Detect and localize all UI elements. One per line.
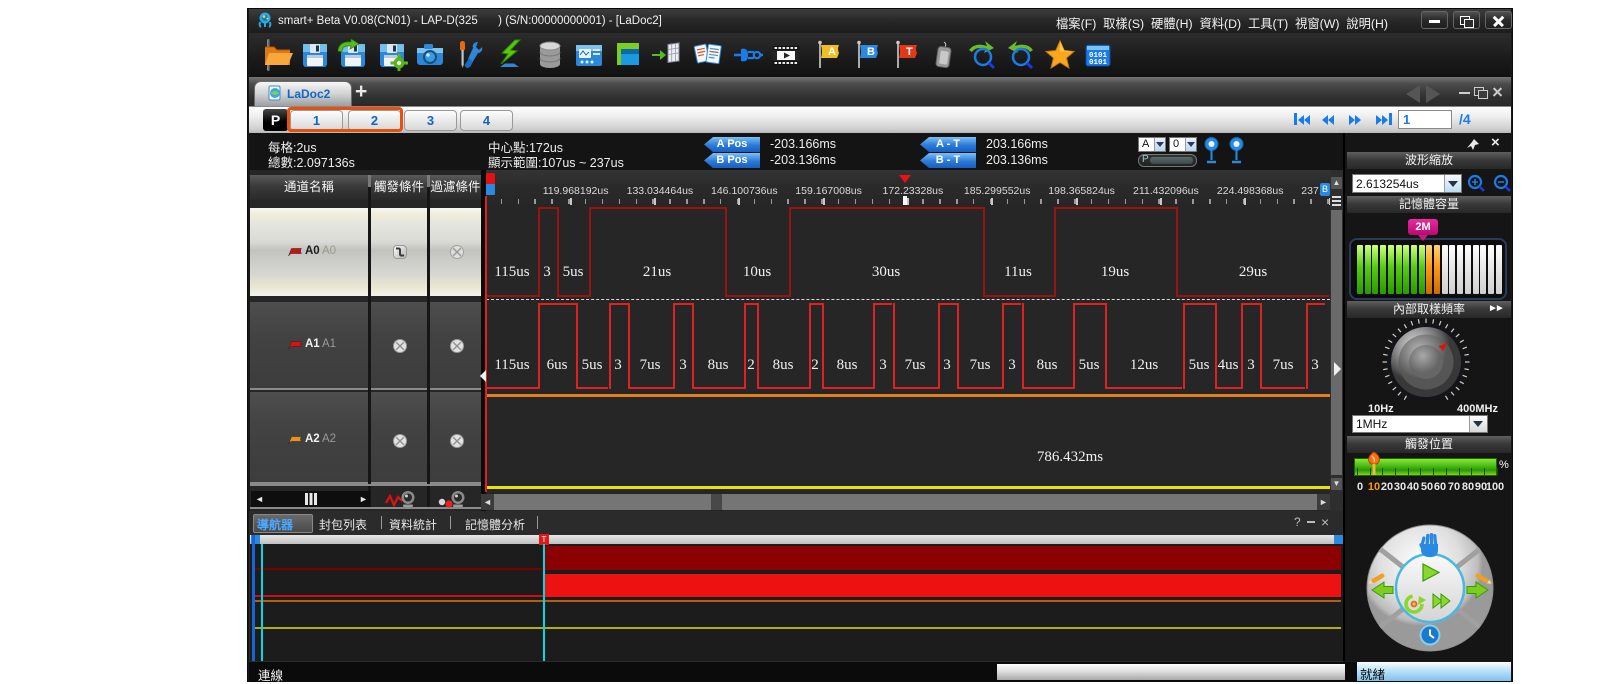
svg-text:0101: 0101	[1089, 59, 1108, 67]
svg-text:A: A	[828, 46, 836, 58]
svg-text:B: B	[867, 46, 875, 58]
svg-text:T: T	[906, 46, 913, 58]
